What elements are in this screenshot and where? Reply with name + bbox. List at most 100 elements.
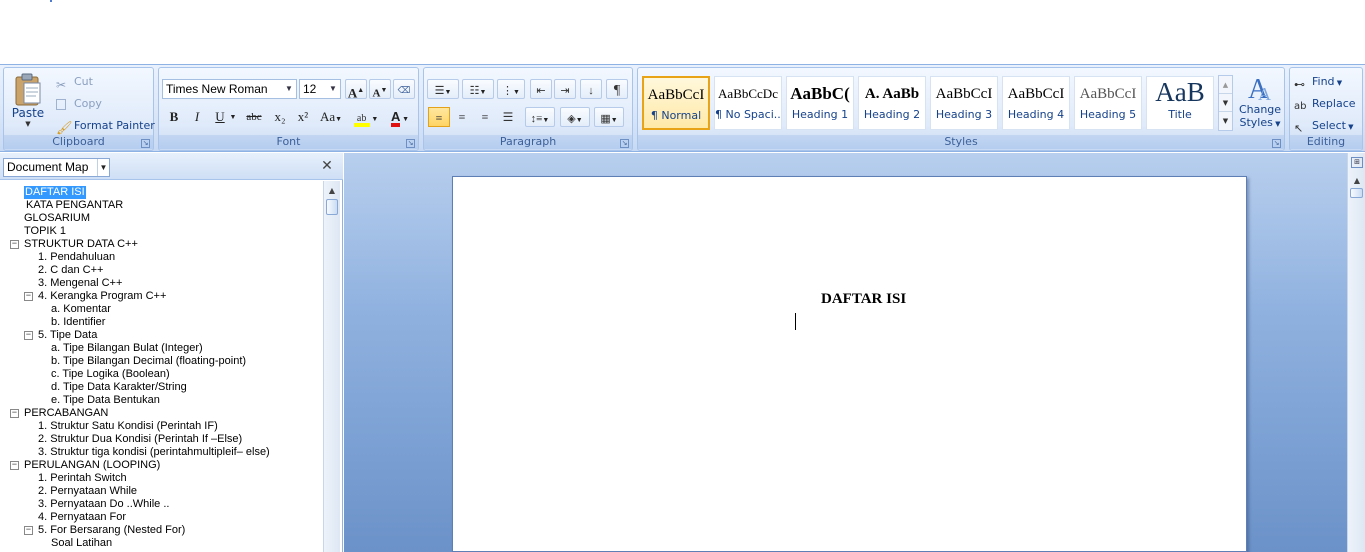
style-normal[interactable]: AaBbCcI ¶ Normal bbox=[642, 76, 710, 130]
line-spacing-button[interactable]: ↕≡▼ bbox=[525, 107, 555, 127]
decrease-indent-button[interactable]: ⇤ bbox=[530, 79, 552, 99]
shading-button[interactable]: ◈▼ bbox=[560, 107, 590, 127]
tree-item[interactable]: a. Tipe Bilangan Bulat (Integer) bbox=[51, 342, 203, 355]
replace-button[interactable]: ab Replace bbox=[1294, 94, 1356, 114]
scrollbar-thumb[interactable] bbox=[326, 199, 338, 215]
tree-item[interactable]: e. Tipe Data Bentukan bbox=[51, 394, 160, 407]
view-ruler-icon[interactable]: ⊞ bbox=[1351, 157, 1363, 168]
tree-item[interactable]: a. Komentar bbox=[51, 303, 111, 316]
tree-item[interactable]: b. Tipe Bilangan Decimal (floating-point… bbox=[51, 355, 246, 368]
select-button[interactable]: ↖ Select ▼ bbox=[1294, 116, 1354, 136]
tree-item[interactable]: 3. Mengenal C++ bbox=[38, 277, 122, 290]
tree-item[interactable]: 4. Kerangka Program C++ bbox=[38, 290, 166, 303]
chevron-down-icon: ▼ bbox=[329, 84, 337, 93]
bold-button[interactable]: B bbox=[163, 107, 185, 127]
document-heading: DAFTAR ISI bbox=[821, 291, 907, 307]
italic-button[interactable]: I bbox=[186, 107, 208, 127]
paste-label: Paste bbox=[11, 106, 45, 120]
show-formatting-button[interactable]: ¶ bbox=[606, 79, 628, 99]
chevron-up-icon[interactable]: ▲ bbox=[1351, 175, 1363, 187]
highlight-button[interactable]: ab ▼ bbox=[351, 107, 381, 127]
tree-item[interactable]: STRUKTUR DATA C++ bbox=[24, 238, 138, 251]
tree-item[interactable]: PERULANGAN (LOOPING) bbox=[24, 459, 160, 472]
cut-button[interactable]: ✂ Cut bbox=[56, 72, 93, 92]
change-styles-button[interactable]: A A Change Styles ▼ bbox=[1238, 72, 1282, 134]
collapse-icon[interactable]: − bbox=[24, 292, 33, 301]
numbering-button[interactable]: ☷▼ bbox=[462, 79, 494, 99]
tree-item[interactable]: GLOSARIUM bbox=[24, 212, 90, 225]
style-heading-5[interactable]: AaBbCcI Heading 5 bbox=[1074, 76, 1142, 130]
document-page[interactable]: DAFTAR ISI bbox=[452, 176, 1247, 552]
copy-button[interactable]: Copy bbox=[56, 94, 102, 114]
dialog-launcher-icon[interactable]: ↘ bbox=[1272, 139, 1281, 148]
subscript-button[interactable]: x₂ bbox=[269, 107, 291, 127]
binoculars-icon: ⊷ bbox=[1294, 78, 1305, 91]
strikethrough-button[interactable]: abc bbox=[243, 107, 265, 127]
tree-item[interactable]: 5. For Bersarang (Nested For) bbox=[38, 524, 185, 537]
tree-item[interactable]: KATA PENGANTAR bbox=[26, 199, 123, 212]
sort-button[interactable]: ↓ bbox=[580, 79, 602, 99]
style-no-spacing[interactable]: AaBbCcDc ¶ No Spaci... bbox=[714, 76, 782, 130]
collapse-icon[interactable]: − bbox=[10, 240, 19, 249]
style-heading-1[interactable]: AaBbC( Heading 1 bbox=[786, 76, 854, 130]
underline-dropdown[interactable]: ▼ bbox=[227, 107, 239, 127]
tree-item[interactable]: 5. Tipe Data bbox=[38, 329, 97, 342]
change-case-button[interactable]: Aa▼ bbox=[317, 107, 345, 127]
tree-item[interactable]: 1. Perintah Switch bbox=[38, 472, 127, 485]
tree-item[interactable]: 2. Struktur Dua Kondisi (Perintah If –El… bbox=[38, 433, 242, 446]
tree-item[interactable]: 1. Pendahuluan bbox=[38, 251, 115, 264]
paste-button[interactable]: Paste ▼ bbox=[8, 71, 48, 131]
scrollbar-thumb[interactable] bbox=[1350, 188, 1363, 198]
collapse-icon[interactable]: − bbox=[24, 526, 33, 535]
shrink-font-button[interactable]: A▼ bbox=[369, 79, 391, 100]
outdent-icon: ⇤ bbox=[536, 85, 546, 97]
grow-font-button[interactable]: A▲ bbox=[345, 79, 367, 100]
superscript-button[interactable]: x² bbox=[292, 107, 314, 127]
font-size-select[interactable]: 12 ▼ bbox=[299, 79, 341, 99]
document-map-pane: Document Map ▼ ✕ DAFTAR ISI KATA PENGANTA… bbox=[0, 153, 343, 552]
style-heading-2[interactable]: A. AaBb Heading 2 bbox=[858, 76, 926, 130]
tree-item[interactable]: PERCABANGAN bbox=[24, 407, 108, 420]
align-left-button[interactable]: ≡ bbox=[428, 107, 450, 127]
collapse-icon[interactable]: − bbox=[24, 331, 33, 340]
align-right-button[interactable]: ≡ bbox=[474, 107, 496, 127]
tree-item[interactable]: DAFTAR ISI bbox=[24, 186, 86, 199]
find-button[interactable]: ⊷ Find ▼ bbox=[1294, 72, 1342, 92]
tree-item[interactable]: TOPIK 1 bbox=[24, 225, 66, 238]
font-color-button[interactable]: A ▼ bbox=[385, 107, 415, 127]
collapse-icon[interactable]: − bbox=[10, 461, 19, 470]
document-map-scrollbar[interactable]: ▲ bbox=[323, 181, 340, 552]
dialog-launcher-icon[interactable]: ↘ bbox=[141, 139, 150, 148]
tree-item[interactable]: d. Tipe Data Karakter/String bbox=[51, 381, 187, 394]
tree-item[interactable]: c. Tipe Logika (Boolean) bbox=[51, 368, 170, 381]
justify-button[interactable]: ☰ bbox=[497, 107, 519, 127]
chevron-up-icon[interactable]: ▲ bbox=[326, 185, 338, 197]
tree-item[interactable]: b. Identifier bbox=[51, 316, 105, 329]
close-icon[interactable]: ✕ bbox=[320, 158, 334, 174]
dialog-launcher-icon[interactable]: ↘ bbox=[620, 139, 629, 148]
multilevel-list-button[interactable]: ⋮▼ bbox=[497, 79, 525, 99]
tree-item[interactable]: 2. C dan C++ bbox=[38, 264, 103, 277]
document-map-view-select[interactable]: Document Map ▼ bbox=[3, 158, 110, 177]
bullets-button[interactable]: ☰▼ bbox=[427, 79, 459, 99]
align-center-button[interactable]: ≡ bbox=[451, 107, 473, 127]
style-title[interactable]: AaB Title bbox=[1146, 76, 1214, 130]
dialog-launcher-icon[interactable]: ↘ bbox=[406, 139, 415, 148]
tree-item[interactable]: 3. Struktur tiga kondisi (perintahmultip… bbox=[38, 446, 270, 459]
style-heading-3[interactable]: AaBbCcI Heading 3 bbox=[930, 76, 998, 130]
tree-item[interactable]: 4. Pernyataan For bbox=[38, 511, 126, 524]
document-scrollbar[interactable]: ⊞ ▲ bbox=[1347, 153, 1365, 552]
chevron-down-icon: ▼ bbox=[1219, 94, 1232, 112]
tree-item[interactable]: 3. Pernyataan Do ..While .. bbox=[38, 498, 169, 511]
styles-scrollbar[interactable]: ▲ ▼ ▼ bbox=[1218, 75, 1233, 131]
tree-item[interactable]: 1. Struktur Satu Kondisi (Perintah IF) bbox=[38, 420, 218, 433]
tree-item[interactable]: Soal Latihan bbox=[51, 537, 112, 550]
borders-button[interactable]: ▦▼ bbox=[594, 107, 624, 127]
tree-item[interactable]: 2. Pernyataan While bbox=[38, 485, 137, 498]
increase-indent-button[interactable]: ⇥ bbox=[554, 79, 576, 99]
font-family-select[interactable]: Times New Roman ▼ bbox=[162, 79, 297, 99]
style-heading-4[interactable]: AaBbCcI Heading 4 bbox=[1002, 76, 1070, 130]
clear-formatting-button[interactable]: ⌫ bbox=[393, 79, 415, 99]
collapse-icon[interactable]: − bbox=[10, 409, 19, 418]
format-painter-button[interactable]: 🖌Format Painter bbox=[56, 116, 155, 136]
